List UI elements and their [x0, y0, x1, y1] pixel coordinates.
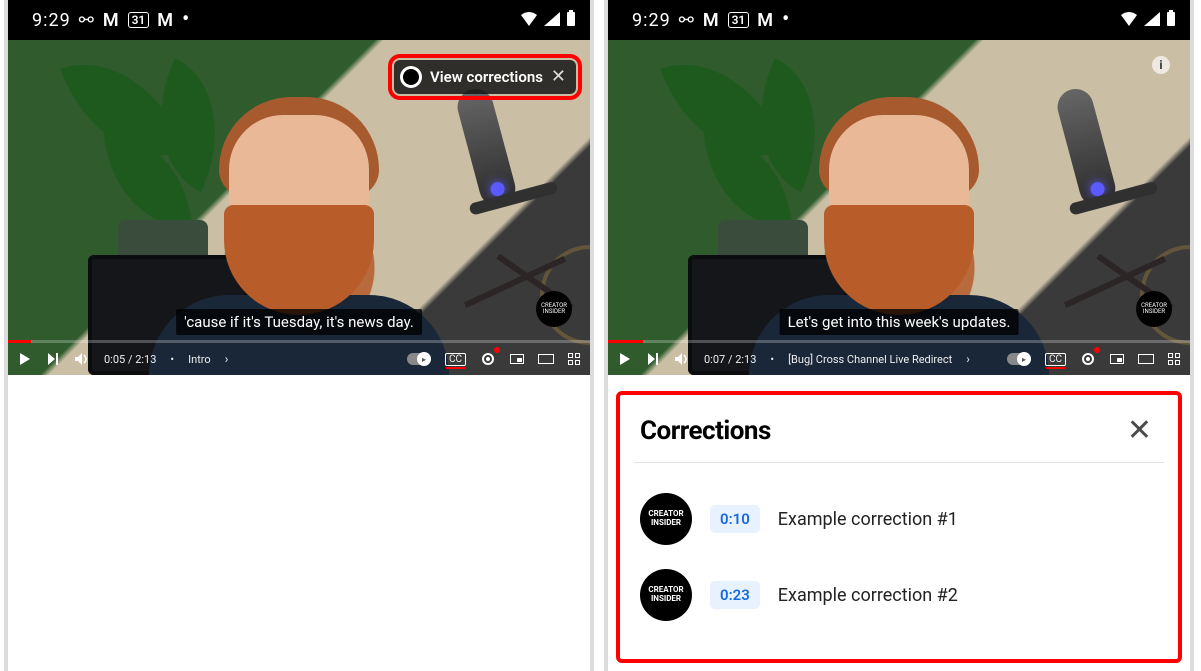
creator-insider-watermark: CREATORINSIDER: [1136, 291, 1172, 327]
next-button[interactable]: [646, 352, 660, 366]
miniplayer-button[interactable]: [1110, 354, 1124, 364]
status-bar: 9:29 ⚯ M 31 M •: [8, 0, 590, 40]
calendar-icon: 31: [728, 12, 750, 28]
phone-right: 9:29 ⚯ M 31 M • CREATORINSIDER i Let's: [604, 0, 1194, 671]
captions-button[interactable]: CC: [445, 353, 466, 366]
settings-button[interactable]: [1080, 351, 1096, 367]
chapter-separator: •: [170, 353, 174, 366]
autoplay-toggle[interactable]: ▸: [407, 353, 431, 365]
status-bar: 9:29 ⚯ M 31 M •: [608, 0, 1190, 40]
close-icon[interactable]: ✕: [1127, 413, 1158, 448]
battery-icon: [1166, 10, 1176, 31]
view-corrections-label: View corrections: [430, 68, 543, 86]
battery-icon: [566, 10, 576, 31]
player-controls: 0:07 / 2:13 • [Bug] Cross Channel Live R…: [608, 343, 1190, 375]
closed-caption-text: Let's get into this week's updates.: [780, 309, 1019, 335]
view-corrections-card[interactable]: View corrections ✕: [394, 60, 576, 94]
close-icon[interactable]: ✕: [551, 68, 566, 86]
settings-button[interactable]: [480, 351, 496, 367]
video-player[interactable]: CREATORINSIDER i Let's get into this wee…: [608, 40, 1190, 375]
status-time: 9:29: [632, 10, 671, 31]
correction-timestamp[interactable]: 0:10: [710, 505, 760, 533]
time-display: 0:07 / 2:13: [704, 353, 756, 366]
gmail-icon: M: [703, 10, 720, 31]
closed-caption-text: 'cause if it's Tuesday, it's news day.: [176, 309, 422, 335]
voicemail-icon: ⚯: [679, 10, 695, 31]
next-button[interactable]: [46, 352, 60, 366]
cellular-icon: [1144, 10, 1160, 31]
time-display: 0:05 / 2:13: [104, 353, 156, 366]
corrections-panel: Corrections ✕ CREATOR INSIDER 0:10 Examp…: [616, 391, 1182, 663]
play-button[interactable]: [618, 352, 632, 366]
wifi-icon: [520, 10, 538, 31]
theater-button[interactable]: [538, 354, 554, 364]
phone-left: 9:29 ⚯ M 31 M • CREATORINSIDER: [4, 0, 594, 671]
calendar-icon: 31: [128, 12, 150, 28]
fullscreen-button[interactable]: [1168, 353, 1180, 365]
gmail-icon: M: [103, 10, 120, 31]
correction-text: Example correction #1: [778, 509, 958, 530]
info-icon[interactable]: i: [1152, 56, 1170, 74]
correction-item[interactable]: CREATOR INSIDER 0:23 Example correction …: [640, 557, 1158, 633]
volume-button[interactable]: [74, 352, 90, 366]
miniplayer-button[interactable]: [510, 354, 524, 364]
volume-button[interactable]: [674, 352, 690, 366]
fullscreen-button[interactable]: [568, 353, 580, 365]
channel-avatar-icon: [400, 66, 422, 88]
video-player[interactable]: CREATORINSIDER View corrections ✕ 'cause…: [8, 40, 590, 375]
cellular-icon: [544, 10, 560, 31]
captions-button[interactable]: CC: [1045, 353, 1066, 366]
gmail-icon-2: M: [157, 10, 174, 31]
chapter-name[interactable]: Intro: [188, 353, 211, 366]
chapter-separator: •: [770, 353, 774, 366]
chapter-name[interactable]: [Bug] Cross Channel Live Redirect: [788, 353, 952, 366]
play-button[interactable]: [18, 352, 32, 366]
chevron-right-icon[interactable]: ›: [966, 352, 970, 366]
creator-insider-watermark: CREATORINSIDER: [536, 291, 572, 327]
gmail-icon-2: M: [757, 10, 774, 31]
wifi-icon: [1120, 10, 1138, 31]
player-controls: 0:05 / 2:13 • Intro › ▸ CC: [8, 343, 590, 375]
divider: [634, 462, 1164, 463]
correction-item[interactable]: CREATOR INSIDER 0:10 Example correction …: [640, 481, 1158, 557]
theater-button[interactable]: [1138, 354, 1154, 364]
channel-avatar-icon: CREATOR INSIDER: [640, 493, 692, 545]
corrections-title: Corrections: [640, 416, 771, 446]
chevron-right-icon[interactable]: ›: [225, 352, 229, 366]
correction-text: Example correction #2: [778, 585, 958, 606]
channel-avatar-icon: CREATOR INSIDER: [640, 569, 692, 621]
correction-timestamp[interactable]: 0:23: [710, 581, 760, 609]
status-time: 9:29: [32, 10, 71, 31]
autoplay-toggle[interactable]: ▸: [1007, 353, 1031, 365]
voicemail-icon: ⚯: [79, 10, 95, 31]
